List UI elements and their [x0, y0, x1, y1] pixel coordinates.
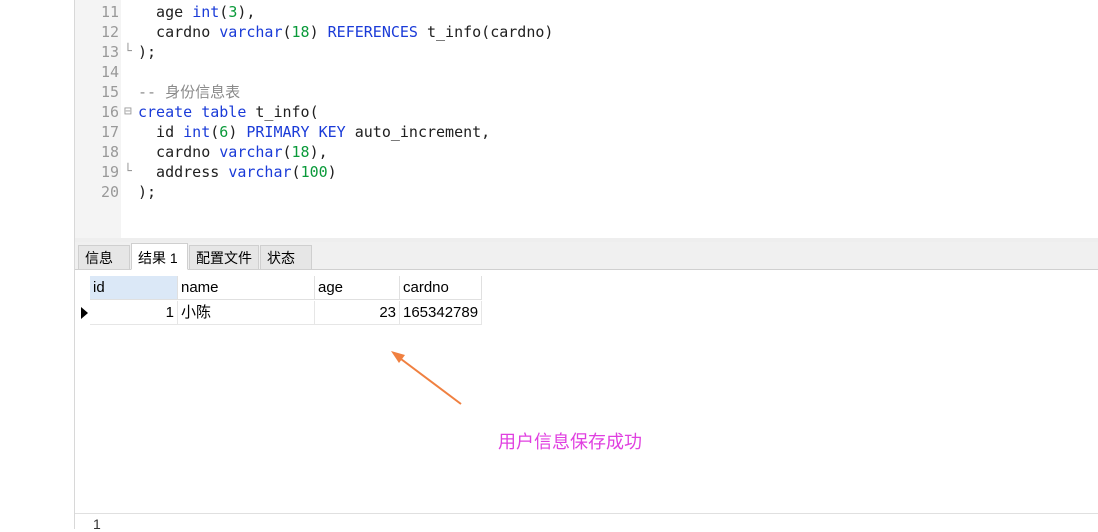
code-token: auto_increment,	[345, 123, 491, 141]
tab-label: 结果 1	[138, 250, 178, 266]
line-number: 17	[100, 123, 119, 141]
code-token: ),	[237, 3, 256, 21]
line-number: 16	[100, 103, 119, 121]
code-line[interactable]: 14	[75, 62, 1075, 82]
code-token: t_info(	[246, 103, 319, 121]
code-token: 100	[300, 163, 328, 181]
code-token: )	[309, 23, 328, 41]
code-token: table	[201, 103, 247, 121]
code-token: PRIMARY	[246, 123, 310, 141]
code-token: 6	[219, 123, 229, 141]
code-token: 18	[291, 23, 310, 41]
column-header-cardno[interactable]: cardno	[400, 276, 482, 300]
fold-marker-icon[interactable]: ⊟	[124, 102, 132, 122]
code-text: );	[138, 42, 156, 62]
code-text: id int(6) PRIMARY KEY auto_increment,	[138, 122, 490, 142]
tab-label: 配置文件	[196, 250, 252, 266]
code-token: );	[138, 183, 157, 201]
code-token: t_info(cardno)	[417, 23, 554, 41]
line-number: 18	[100, 143, 119, 161]
code-line[interactable]: 15 -- 身份信息表	[75, 82, 1075, 102]
code-token: )	[228, 123, 247, 141]
tab-info[interactable]: 信息	[78, 245, 130, 269]
code-text: -- 身份信息表	[138, 82, 240, 102]
code-line[interactable]: 12 cardno varchar(18) REFERENCES t_info(…	[75, 22, 1075, 42]
code-line[interactable]: 16 ⊟ create table t_info(	[75, 102, 1075, 122]
fold-marker-icon: └	[124, 44, 132, 59]
line-number: 13	[100, 43, 119, 61]
sql-editor[interactable]: 11 age int(3), 12 cardno varchar(18) REFE…	[75, 0, 1098, 238]
code-text: cardno varchar(18),	[138, 142, 328, 162]
code-token: age	[138, 3, 193, 21]
code-token: ),	[309, 143, 328, 161]
status-bar: 1	[75, 513, 1098, 532]
fold-marker-icon: └	[124, 164, 132, 179]
status-line-number: 1	[93, 516, 101, 532]
code-token: create	[138, 103, 193, 121]
column-header-age[interactable]: age	[315, 276, 400, 300]
code-text: cardno varchar(18) REFERENCES t_info(car…	[138, 22, 553, 42]
code-token: REFERENCES	[327, 23, 418, 41]
result-tabs: 信息 结果 1 配置文件 状态	[75, 242, 1098, 270]
cell-id[interactable]: 1	[90, 301, 178, 325]
cell-cardno[interactable]: 165342789	[400, 301, 482, 325]
code-line[interactable]: 19 └ address varchar(100)	[75, 162, 1075, 182]
cell-age[interactable]: 23	[315, 301, 400, 325]
result-grid[interactable]: id name age cardno 1 小陈 23 165342789	[75, 270, 1098, 513]
code-token: );	[138, 43, 157, 61]
code-text: address varchar(100)	[138, 162, 337, 182]
line-number: 12	[100, 23, 119, 41]
code-token: int	[183, 123, 211, 141]
code-line[interactable]: 17 id int(6) PRIMARY KEY auto_increment,	[75, 122, 1075, 142]
line-number: 14	[100, 63, 119, 81]
left-panel	[0, 0, 75, 529]
code-token: (	[219, 3, 229, 21]
column-header-id[interactable]: id	[90, 276, 178, 300]
code-line[interactable]: 18 cardno varchar(18),	[75, 142, 1075, 162]
line-number: 15	[100, 83, 119, 101]
code-token: 18	[291, 143, 310, 161]
tab-status[interactable]: 状态	[260, 245, 312, 269]
code-token: varchar	[228, 163, 292, 181]
line-number: 20	[100, 183, 119, 201]
code-line[interactable]: 11 age int(3),	[75, 2, 1075, 22]
code-token: cardno	[138, 23, 220, 41]
code-token: (	[210, 123, 220, 141]
current-row-arrow-icon	[81, 307, 88, 319]
column-header-name[interactable]: name	[178, 276, 315, 300]
tab-label: 状态	[267, 250, 295, 266]
code-token: id	[138, 123, 184, 141]
code-token: varchar	[219, 143, 283, 161]
tab-label: 信息	[85, 250, 113, 266]
code-token: -- 身份信息表	[138, 83, 241, 101]
code-token: (	[282, 23, 292, 41]
annotation-arrow-icon	[391, 351, 462, 405]
code-token: 3	[228, 3, 238, 21]
annotation-text: 用户信息保存成功	[498, 432, 642, 452]
code-text: create table t_info(	[138, 102, 319, 122]
code-token: KEY	[318, 123, 346, 141]
code-token: cardno	[138, 143, 220, 161]
code-text: age int(3),	[138, 2, 255, 22]
code-token: address	[138, 163, 229, 181]
code-token: (	[291, 163, 301, 181]
code-token: )	[327, 163, 337, 181]
code-token: (	[282, 143, 292, 161]
cell-name[interactable]: 小陈	[178, 301, 315, 325]
code-token: int	[192, 3, 220, 21]
code-line[interactable]: 13 └);	[75, 42, 1075, 62]
code-token: varchar	[219, 23, 283, 41]
tab-result-1[interactable]: 结果 1	[131, 243, 188, 270]
code-text: );	[138, 182, 156, 202]
code-line[interactable]: 20);	[75, 182, 1075, 202]
tab-profile[interactable]: 配置文件	[189, 245, 259, 269]
line-number: 11	[100, 3, 119, 21]
line-number: 19	[100, 163, 119, 181]
